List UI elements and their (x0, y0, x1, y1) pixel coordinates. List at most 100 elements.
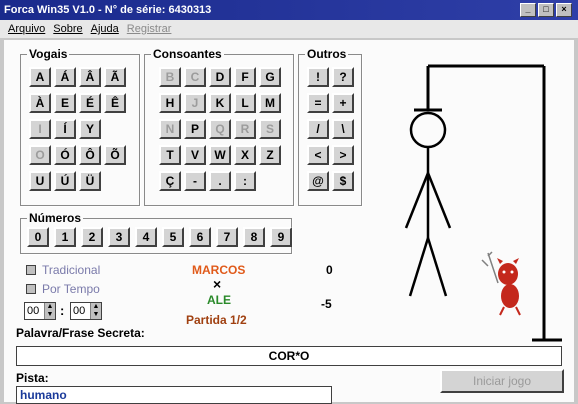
vogais-key-u[interactable]: U (29, 171, 51, 191)
vogais-key-i[interactable]: I (29, 119, 51, 139)
secret-label: Palavra/Frase Secreta: (16, 326, 145, 340)
consoantes-key-colon[interactable]: : (234, 171, 256, 191)
numeros-key-7[interactable]: 7 (216, 227, 238, 247)
outros-key-dollar[interactable]: $ (332, 171, 354, 191)
vogais-label: Vogais (27, 47, 70, 61)
consoantes-key-l[interactable]: L (234, 93, 256, 113)
vogais-key-char17[interactable]: Ü (79, 171, 101, 191)
vogais-key-char6[interactable]: É (79, 93, 101, 113)
vogais-key-char9[interactable]: Í (54, 119, 76, 139)
numeros-label: Números (27, 211, 84, 225)
vogais-key-e[interactable]: E (54, 93, 76, 113)
vogais-key-a[interactable]: A (29, 67, 51, 87)
seconds-spinner[interactable]: 00 ▲ ▼ (70, 302, 102, 320)
vogais-key-char14[interactable]: Õ (104, 145, 126, 165)
seconds-value: 00 (73, 305, 86, 317)
consoantes-key-s[interactable]: S (259, 119, 281, 139)
menu-sobre[interactable]: Sobre (53, 23, 82, 35)
outros-key-backslash[interactable]: \ (332, 119, 354, 139)
numeros-key-6[interactable]: 6 (189, 227, 211, 247)
consoantes-key-v[interactable]: V (184, 145, 206, 165)
vogais-key-char16[interactable]: Ú (54, 171, 76, 191)
player2-name: ALE (207, 293, 231, 307)
consoantes-key-r[interactable]: R (234, 119, 256, 139)
tradicional-label: Tradicional (42, 263, 101, 277)
consoantes-key-z[interactable]: Z (259, 145, 281, 165)
minimize-button[interactable]: _ (520, 3, 536, 17)
outros-key-question[interactable]: ? (332, 67, 354, 87)
consoantes-key-x[interactable]: X (234, 145, 256, 165)
consoantes-label: Consoantes (151, 47, 224, 61)
versus-symbol: × (213, 276, 222, 292)
menu-arquivo[interactable]: Arquivo (8, 23, 45, 35)
hint-value: humano (20, 388, 67, 402)
vogais-key-char1[interactable]: Á (54, 67, 76, 87)
outros-key-equals[interactable]: = (307, 93, 329, 113)
menu-registrar[interactable]: Registrar (127, 23, 172, 35)
numeros-key-5[interactable]: 5 (162, 227, 184, 247)
consoantes-key-q[interactable]: Q (209, 119, 231, 139)
vogais-key-char2[interactable]: Â (79, 67, 101, 87)
consoantes-key-t[interactable]: T (159, 145, 181, 165)
vogais-key-char4[interactable]: À (29, 93, 51, 113)
consoantes-key-b[interactable]: B (159, 67, 181, 87)
consoantes-key-m[interactable]: M (259, 93, 281, 113)
minutes-spinner[interactable]: 00 ▲ ▼ (24, 302, 56, 320)
consoantes-key-h[interactable]: H (159, 93, 181, 113)
consoantes-key-dot[interactable]: . (209, 171, 231, 191)
por-tempo-label: Por Tempo (42, 282, 100, 296)
consoantes-key-k[interactable]: K (209, 93, 231, 113)
consoantes-key-d[interactable]: D (209, 67, 231, 87)
outros-key-slash[interactable]: / (307, 119, 329, 139)
numeros-key-8[interactable]: 8 (243, 227, 265, 247)
vogais-key-char12[interactable]: Ó (54, 145, 76, 165)
consoantes-key-c[interactable]: C (184, 67, 206, 87)
vogais-key-y[interactable]: Y (79, 119, 101, 139)
player2-score: -5 (321, 297, 332, 311)
timer-separator: : (60, 303, 65, 318)
hanged-man-icon (404, 111, 452, 297)
numeros-key-0[interactable]: 0 (27, 227, 49, 247)
vogais-key-char3[interactable]: Ã (104, 67, 126, 87)
consoantes-key-j[interactable]: J (184, 93, 206, 113)
close-button[interactable]: × (556, 3, 572, 17)
window-title: Forca Win35 V1.0 - N° de série: 6430313 (4, 4, 212, 16)
consoantes-key-p[interactable]: P (184, 119, 206, 139)
numeros-key-9[interactable]: 9 (270, 227, 292, 247)
consoantes-key-f[interactable]: F (234, 67, 256, 87)
outros-key-lt[interactable]: < (307, 145, 329, 165)
numeros-key-1[interactable]: 1 (54, 227, 76, 247)
consoantes-key-char20[interactable]: Ç (159, 171, 181, 191)
outros-key-plus[interactable]: + (332, 93, 354, 113)
outros-label: Outros (305, 47, 349, 61)
consoantes-key-hyphen[interactable]: - (184, 171, 206, 191)
window-titlebar: Forca Win35 V1.0 - N° de série: 6430313 … (0, 0, 578, 20)
player1-score: 0 (326, 263, 333, 277)
secret-word-display: COR*O (16, 346, 562, 366)
start-game-button[interactable]: Iniciar jogo (440, 369, 564, 393)
outros-key-gt[interactable]: > (332, 145, 354, 165)
spinner-arrows-icon[interactable]: ▲ ▼ (90, 303, 101, 319)
por-tempo-checkbox[interactable] (26, 284, 36, 294)
tradicional-checkbox[interactable] (26, 265, 36, 275)
vogais-key-char7[interactable]: Ê (104, 93, 126, 113)
game-panel: Vogais AÁÂÃ ÀEÉÊ IÍY OÓÔÕ UÚÜ Consoantes BCD… (4, 40, 574, 404)
consoantes-key-g[interactable]: G (259, 67, 281, 87)
outros-key-exclam[interactable]: ! (307, 67, 329, 87)
vogais-key-char13[interactable]: Ô (79, 145, 101, 165)
player1-name: MARCOS (192, 263, 246, 277)
consoantes-key-n[interactable]: N (159, 119, 181, 139)
numeros-key-2[interactable]: 2 (81, 227, 103, 247)
menu-ajuda[interactable]: Ajuda (91, 23, 119, 35)
consoantes-group: Consoantes BCDFG HJKLM NPQRS TVWXZ Ç-.: (144, 47, 294, 206)
window-controls: _ □ × (520, 3, 572, 17)
numeros-key-4[interactable]: 4 (135, 227, 157, 247)
outros-group: Outros !? = + / \ < > @ $ (298, 47, 362, 206)
consoantes-key-w[interactable]: W (209, 145, 231, 165)
outros-key-at[interactable]: @ (307, 171, 329, 191)
spinner-arrows-icon[interactable]: ▲ ▼ (44, 303, 55, 319)
maximize-button[interactable]: □ (538, 3, 554, 17)
hint-field[interactable]: humano (16, 386, 332, 404)
numeros-key-3[interactable]: 3 (108, 227, 130, 247)
vogais-key-o[interactable]: O (29, 145, 51, 165)
